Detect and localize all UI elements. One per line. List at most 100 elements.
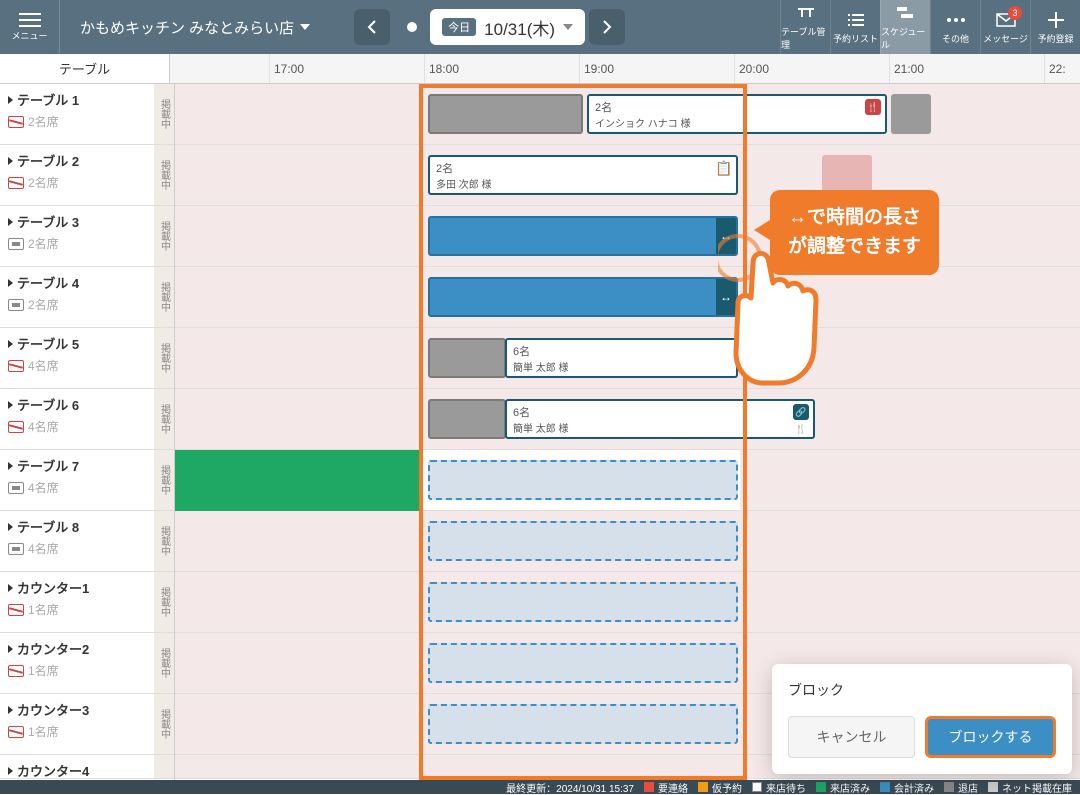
expand-caret-icon: [8, 157, 13, 165]
expand-caret-icon: [8, 584, 13, 592]
table-row[interactable]: テーブル 64名席掲載中: [0, 389, 174, 450]
time-label: 22:: [1045, 54, 1080, 83]
dialog-title: ブロック: [788, 680, 1056, 700]
grid-row[interactable]: [175, 572, 1080, 633]
no-smoking-icon: [8, 604, 24, 616]
block-placeholder[interactable]: [428, 704, 738, 744]
expand-caret-icon: [8, 462, 13, 470]
table-row[interactable]: カウンター21名席掲載中: [0, 633, 174, 694]
grid-row[interactable]: 6名 簡単 太郎 様 🔗 🍴: [175, 389, 1080, 450]
today-dot-button[interactable]: [394, 9, 430, 45]
time-label: 18:00: [425, 54, 580, 83]
grid-row[interactable]: 6名 簡単 太郎 様: [175, 328, 1080, 389]
table-column-header: テーブル: [0, 54, 170, 83]
hamburger-icon: [19, 13, 41, 27]
reservation-block[interactable]: [428, 399, 506, 439]
next-day-button[interactable]: [589, 9, 625, 45]
legend-item: 来店済み: [816, 780, 870, 795]
nav-add-reservation[interactable]: 予約登録: [1030, 0, 1080, 54]
caret-down-icon: [300, 24, 310, 30]
reservation-block[interactable]: [428, 338, 506, 378]
table-row[interactable]: カウンター31名席掲載中: [0, 694, 174, 755]
expand-caret-icon: [8, 645, 13, 653]
store-selector[interactable]: かもめキッチン みなとみらい店: [60, 17, 330, 38]
restaurant-icon: 🍴: [865, 99, 881, 115]
expand-caret-icon: [8, 218, 13, 226]
reservation-block[interactable]: [428, 94, 583, 134]
time-label: 19:00: [580, 54, 735, 83]
grid-row[interactable]: [175, 511, 1080, 572]
smoking-icon: [8, 482, 24, 494]
nav-table-management[interactable]: テーブル管理: [780, 0, 830, 54]
block-placeholder[interactable]: [428, 643, 738, 683]
no-smoking-icon: [8, 360, 24, 372]
legend-item: ネット掲載在庫: [988, 780, 1072, 795]
reservation-block[interactable]: [175, 450, 420, 511]
dots-icon: [946, 10, 966, 30]
table-row[interactable]: カウンター4: [0, 755, 174, 779]
no-smoking-icon: [8, 421, 24, 433]
nav-reservation-list[interactable]: 予約リスト: [830, 0, 880, 54]
expand-caret-icon: [8, 767, 13, 775]
reservation-block[interactable]: ↔: [428, 277, 738, 317]
table-icon: [796, 3, 816, 23]
smoking-icon: [8, 299, 24, 311]
reservation-block[interactable]: 2名 インショク ハナコ 様 🍴: [587, 94, 887, 134]
app-header: メニュー かもめキッチン みなとみらい店 今日 10/31(木) テーブル管理 …: [0, 0, 1080, 54]
chevron-left-icon: [367, 20, 377, 34]
reservation-block[interactable]: [742, 155, 822, 195]
table-row[interactable]: テーブル 22名席掲載中: [0, 145, 174, 206]
table-row[interactable]: テーブル 12名席掲載中: [0, 84, 174, 145]
grid-row[interactable]: ↔: [175, 267, 1080, 328]
menu-label: メニュー: [11, 29, 47, 42]
menu-button[interactable]: メニュー: [0, 0, 60, 54]
expand-caret-icon: [8, 706, 13, 714]
reservation-block[interactable]: 6名 簡単 太郎 様: [505, 338, 738, 378]
table-row[interactable]: テーブル 74名席掲載中: [0, 450, 174, 511]
reservation-block[interactable]: ↔: [428, 216, 738, 256]
block-dialog: ブロック キャンセル ブロックする: [772, 664, 1072, 774]
time-label: 21:00: [890, 54, 1045, 83]
nav-schedule[interactable]: スケジュール: [880, 0, 930, 54]
table-row[interactable]: テーブル 42名席掲載中: [0, 267, 174, 328]
document-icon: 📋: [716, 160, 732, 176]
expand-caret-icon: [8, 523, 13, 531]
grid-row[interactable]: ↔: [175, 206, 1080, 267]
grid-row[interactable]: 2名 インショク ハナコ 様 🍴: [175, 84, 1080, 145]
prev-day-button[interactable]: [354, 9, 390, 45]
confirm-block-button[interactable]: ブロックする: [925, 716, 1056, 758]
legend-item: 退店: [944, 780, 978, 795]
block-placeholder[interactable]: [428, 521, 738, 561]
legend-item: 会計済み: [880, 780, 934, 795]
time-header: テーブル 17:00 18:00 19:00 20:00 21:00 22:: [0, 54, 1080, 84]
caret-down-icon: [563, 24, 573, 30]
footer-bar: 最終更新：2024/10/31 15:37 要連絡 仮予約 来店待ち 来店済み …: [0, 780, 1080, 794]
table-row[interactable]: テーブル 32名席掲載中: [0, 206, 174, 267]
expand-caret-icon: [8, 279, 13, 287]
nav-other[interactable]: その他: [930, 0, 980, 54]
last-updated: 最終更新：2024/10/31 15:37: [506, 780, 634, 795]
no-smoking-icon: [8, 726, 24, 738]
block-placeholder[interactable]: [428, 460, 738, 500]
reservation-block[interactable]: 2名 多田 次郎 様 📋: [428, 155, 738, 195]
no-smoking-icon: [8, 177, 24, 189]
smoking-icon: [8, 543, 24, 555]
expand-caret-icon: [8, 96, 13, 104]
cancel-button[interactable]: キャンセル: [788, 716, 915, 758]
expand-caret-icon: [8, 340, 13, 348]
chevron-right-icon: [602, 20, 612, 34]
grid-row[interactable]: [175, 450, 1080, 511]
date-picker[interactable]: 今日 10/31(木): [430, 9, 585, 45]
no-smoking-icon: [8, 116, 24, 128]
table-row[interactable]: テーブル 84名席掲載中: [0, 511, 174, 572]
message-badge: 3: [1008, 6, 1022, 20]
block-placeholder[interactable]: [428, 582, 738, 622]
grid-row[interactable]: 2名 多田 次郎 様 📋: [175, 145, 1080, 206]
smoking-icon: [8, 238, 24, 250]
table-row[interactable]: テーブル 54名席掲載中: [0, 328, 174, 389]
no-smoking-icon: [8, 665, 24, 677]
nav-messages[interactable]: 3 メッセージ: [980, 0, 1030, 54]
reservation-block[interactable]: [822, 155, 872, 195]
reservation-block[interactable]: [891, 94, 931, 134]
table-row[interactable]: カウンター11名席掲載中: [0, 572, 174, 633]
